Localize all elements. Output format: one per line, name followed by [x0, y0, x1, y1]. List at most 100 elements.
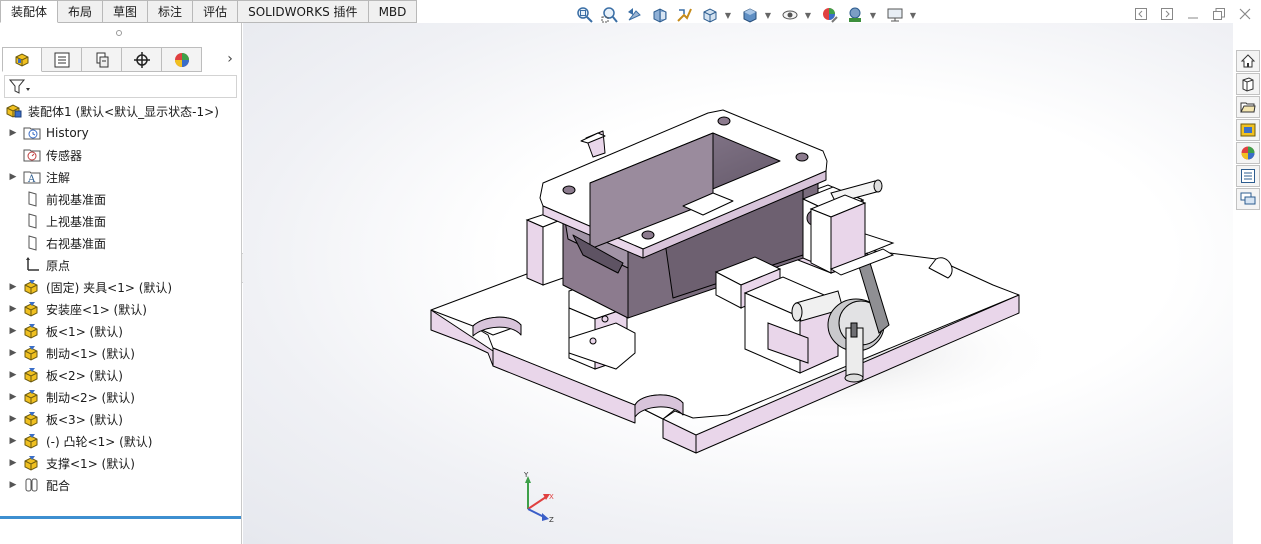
graphics-area[interactable]: Y X Z	[243, 23, 1233, 544]
expand-arrow-icon[interactable]: ▶	[8, 436, 18, 446]
tab-assembly[interactable]: 装配体	[0, 0, 59, 23]
tab-mbd[interactable]: MBD	[368, 0, 418, 23]
expand-arrow-icon[interactable]: ▶	[8, 414, 18, 424]
expand-arrow-icon[interactable]: ▶	[8, 172, 18, 182]
expand-arrow-icon[interactable]: ▶	[8, 480, 18, 490]
window-controls	[1133, 6, 1253, 22]
mates-icon	[22, 476, 42, 494]
mount-left-side	[542, 218, 564, 286]
tree-item[interactable]: ▶ 支撑<1> (默认)	[0, 452, 241, 474]
tree-item-label: 制动<2> (默认)	[46, 390, 135, 405]
design-library-icon[interactable]	[1236, 73, 1260, 95]
tree-item-label: 安装座<1> (默认)	[46, 302, 147, 317]
panel-tabs	[2, 47, 202, 73]
forum-icon[interactable]	[1236, 188, 1260, 210]
tree-item[interactable]: ▶ 配合	[0, 474, 241, 496]
rollback-bar[interactable]	[0, 516, 241, 519]
tree-item[interactable]: ▶ 板<2> (默认)	[0, 364, 241, 386]
tab-sketch[interactable]: 草图	[103, 0, 149, 23]
feature-tree: ▶ 装配体1 (默认<默认_显示状态-1>) ▶History▶传感器▶A注解▶…	[0, 100, 241, 496]
expand-arrow-icon[interactable]: ▶	[8, 282, 18, 292]
support-hole-3	[589, 337, 597, 345]
triad-z-arrow	[542, 513, 549, 521]
cam-pin-end	[844, 373, 864, 383]
featuremanager-tree-icon[interactable]	[2, 47, 42, 72]
appearances-scenes-icon[interactable]	[1236, 142, 1260, 164]
tree-item-label: 原点	[46, 258, 71, 273]
tree-root[interactable]: ▶ 装配体1 (默认<默认_显示状态-1>)	[0, 100, 241, 122]
tree-item[interactable]: ▶右视基准面	[0, 232, 241, 254]
expand-arrow-icon[interactable]: ▶	[8, 326, 18, 336]
triad-x-label: X	[549, 493, 554, 501]
tree-item[interactable]: ▶ 安装座<1> (默认)	[0, 298, 241, 320]
dimxpertmanager-icon[interactable]	[122, 47, 162, 72]
expand-arrow-icon[interactable]: ▶	[8, 128, 18, 138]
tree-item[interactable]: ▶ 制动<2> (默认)	[0, 386, 241, 408]
displaymanager-icon[interactable]	[162, 47, 202, 72]
custom-properties-icon[interactable]	[1236, 165, 1260, 187]
solidworks-window: 装配体 布局 草图 标注 评估 SOLIDWORKS 插件 MBD ▼ ▼ ▼ …	[0, 0, 1261, 544]
command-manager-tabs: 装配体 布局 草图 标注 评估 SOLIDWORKS 插件 MBD	[0, 0, 418, 23]
collapse-right-icon[interactable]	[1159, 6, 1175, 22]
cam-shaft-end	[791, 302, 803, 322]
filter-icon[interactable]	[9, 78, 31, 96]
part-icon	[22, 300, 42, 318]
tree-item[interactable]: ▶ (-) 凸轮<1> (默认)	[0, 430, 241, 452]
part-icon	[22, 322, 42, 340]
support-hole-2	[601, 315, 609, 323]
svg-text:A: A	[27, 174, 36, 185]
tree-item[interactable]: ▶ 板<3> (默认)	[0, 408, 241, 430]
tree-items: ▶History▶传感器▶A注解▶前视基准面▶上视基准面▶右视基准面▶原点▶(固…	[0, 122, 241, 496]
bolt-hole-3	[795, 152, 809, 162]
mount-left-front	[526, 219, 544, 286]
part-icon	[22, 388, 42, 406]
tree-item[interactable]: ▶前视基准面	[0, 188, 241, 210]
tab-layout[interactable]: 布局	[58, 0, 104, 23]
tab-evaluate[interactable]: 评估	[193, 0, 239, 23]
chevron-right-icon[interactable]: ›	[222, 49, 238, 69]
part-icon	[22, 366, 42, 384]
restore-icon[interactable]	[1211, 6, 1227, 22]
file-explorer-icon[interactable]	[1236, 96, 1260, 118]
configurationmanager-icon[interactable]	[82, 47, 122, 72]
panel-grip-handle[interactable]	[116, 30, 122, 36]
tree-item-label: 传感器	[46, 148, 83, 163]
view-palette-icon[interactable]	[1236, 119, 1260, 141]
tree-item[interactable]: ▶传感器	[0, 144, 241, 166]
triad-z-label: Z	[549, 516, 554, 524]
plane-icon	[22, 190, 42, 208]
tree-item-label: 配合	[46, 478, 71, 493]
assembly-model[interactable]	[243, 23, 1233, 544]
annotation-icon: A	[22, 168, 42, 186]
expand-arrow-icon[interactable]: ▶	[8, 458, 18, 468]
tree-item-label: 制动<1> (默认)	[46, 346, 135, 361]
tab-markup[interactable]: 标注	[148, 0, 194, 23]
triad-z-axis	[527, 508, 545, 518]
expand-arrow-icon[interactable]: ▶	[8, 370, 18, 380]
part-icon	[22, 344, 42, 362]
tree-item[interactable]: ▶ History	[0, 122, 241, 144]
solidworks-resources-icon[interactable]	[1236, 50, 1260, 72]
tree-item[interactable]: ▶ 制动<1> (默认)	[0, 342, 241, 364]
sensor-icon	[22, 146, 42, 164]
collapse-left-icon[interactable]	[1133, 6, 1149, 22]
tab-solidworks-addins[interactable]: SOLIDWORKS 插件	[238, 0, 369, 23]
expand-arrow-icon[interactable]: ▶	[8, 392, 18, 402]
tree-item-label: 右视基准面	[46, 236, 107, 251]
tree-item-label: 上视基准面	[46, 214, 107, 229]
tree-item-label: 板<3> (默认)	[46, 412, 123, 427]
bolt-hole-1	[562, 185, 576, 195]
plane-icon	[22, 212, 42, 230]
tree-item[interactable]: ▶ A 注解	[0, 166, 241, 188]
expand-arrow-icon[interactable]: ▶	[8, 348, 18, 358]
tree-item[interactable]: ▶上视基准面	[0, 210, 241, 232]
tree-item[interactable]: ▶ 板<1> (默认)	[0, 320, 241, 342]
propertymanager-icon[interactable]	[42, 47, 82, 72]
close-icon[interactable]	[1237, 6, 1253, 22]
expand-arrow-icon[interactable]: ▶	[8, 304, 18, 314]
minimize-icon[interactable]	[1185, 6, 1201, 22]
assembly-icon	[4, 102, 24, 120]
tree-item[interactable]: ▶ (固定) 夹具<1> (默认)	[0, 276, 241, 298]
tree-item[interactable]: ▶原点	[0, 254, 241, 276]
feature-manager-panel: › ▶ 装配体1 (默认<默认_显示状态-1>) ▶History▶传感器▶A注…	[0, 23, 242, 544]
